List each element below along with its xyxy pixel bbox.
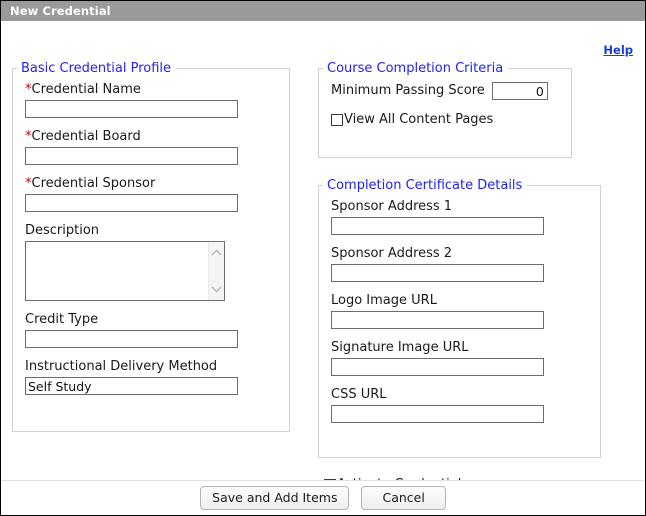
credit-type-input[interactable] xyxy=(25,330,238,348)
sponsor-address-1-input[interactable] xyxy=(331,217,544,235)
field-sponsor-address-1: Sponsor Address 1 xyxy=(331,199,588,235)
minimum-passing-score-input[interactable] xyxy=(491,82,548,100)
course-completion-criteria-group: Course Completion Criteria Minimum Passi… xyxy=(318,61,572,158)
credential-board-label-text: Credential Board xyxy=(31,129,141,144)
instructional-delivery-method-input[interactable] xyxy=(25,377,238,395)
field-credential-board: *Credential Board xyxy=(25,129,277,165)
minimum-passing-score-label: Minimum Passing Score xyxy=(331,83,485,98)
description-label: Description xyxy=(25,223,100,238)
help-link[interactable]: Help xyxy=(603,43,633,57)
field-instructional-delivery-method: Instructional Delivery Method xyxy=(25,359,277,395)
description-textarea[interactable] xyxy=(26,242,208,300)
field-minimum-passing-score: Minimum Passing Score xyxy=(331,82,559,100)
dialog-title: New Credential xyxy=(10,4,111,18)
field-signature-image-url: Signature Image URL xyxy=(331,340,588,376)
completion-certificate-details-legend: Completion Certificate Details xyxy=(327,178,523,193)
css-url-label: CSS URL xyxy=(331,387,387,402)
chevron-up-icon[interactable] xyxy=(211,249,222,256)
credential-board-input[interactable] xyxy=(25,147,238,165)
chevron-down-icon[interactable] xyxy=(211,286,222,293)
instructional-delivery-method-label: Instructional Delivery Method xyxy=(25,359,218,374)
sponsor-address-2-input[interactable] xyxy=(331,264,544,282)
credit-type-label: Credit Type xyxy=(25,312,99,327)
credential-sponsor-label-text: Credential Sponsor xyxy=(31,176,156,191)
credential-board-label: *Credential Board xyxy=(25,129,277,145)
logo-image-url-label: Logo Image URL xyxy=(331,293,437,308)
field-credential-name: *Credential Name xyxy=(25,82,277,118)
signature-image-url-label: Signature Image URL xyxy=(331,340,469,355)
sponsor-address-1-label: Sponsor Address 1 xyxy=(331,199,453,214)
field-sponsor-address-2: Sponsor Address 2 xyxy=(331,246,588,282)
basic-credential-profile-group: Basic Credential Profile *Credential Nam… xyxy=(12,61,290,432)
credential-name-label: *Credential Name xyxy=(25,82,277,98)
basic-credential-profile-legend: Basic Credential Profile xyxy=(21,61,172,76)
dialog-content: Help Basic Credential Profile *Credentia… xyxy=(1,21,645,492)
css-url-input[interactable] xyxy=(331,405,544,423)
description-textarea-wrapper xyxy=(25,241,225,301)
cancel-button[interactable]: Cancel xyxy=(361,486,446,510)
field-credit-type: Credit Type xyxy=(25,312,277,348)
field-credential-sponsor: *Credential Sponsor xyxy=(25,176,277,212)
course-completion-criteria-legend: Course Completion Criteria xyxy=(327,61,504,76)
save-and-add-items-button[interactable]: Save and Add Items xyxy=(200,486,350,510)
credential-sponsor-input[interactable] xyxy=(25,194,238,212)
view-all-content-pages-checkbox[interactable] xyxy=(331,114,343,126)
completion-certificate-details-group: Completion Certificate Details Sponsor A… xyxy=(318,178,601,458)
credential-name-label-text: Credential Name xyxy=(31,82,141,97)
description-scrollbar[interactable] xyxy=(208,242,224,300)
credential-sponsor-label: *Credential Sponsor xyxy=(25,176,277,192)
field-logo-image-url: Logo Image URL xyxy=(331,293,588,329)
credential-name-input[interactable] xyxy=(25,100,238,118)
field-description: Description xyxy=(25,223,277,301)
field-view-all-content-pages: View All Content Pages xyxy=(331,112,559,128)
field-css-url: CSS URL xyxy=(331,387,588,423)
dialog-footer: Save and Add Items Cancel xyxy=(1,480,645,515)
sponsor-address-2-label: Sponsor Address 2 xyxy=(331,246,453,261)
signature-image-url-input[interactable] xyxy=(331,358,544,376)
dialog-titlebar: New Credential xyxy=(1,1,645,21)
logo-image-url-input[interactable] xyxy=(331,311,544,329)
view-all-content-pages-label: View All Content Pages xyxy=(344,112,494,127)
new-credential-dialog: New Credential Help Basic Credential Pro… xyxy=(0,0,646,516)
